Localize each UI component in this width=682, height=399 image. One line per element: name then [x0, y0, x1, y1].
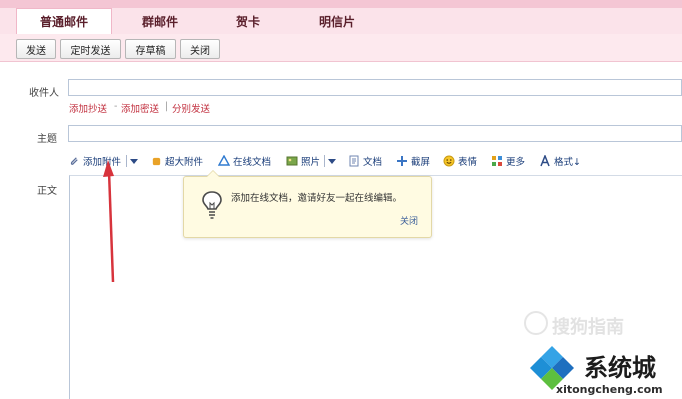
emoji-icon: [443, 155, 455, 167]
tab-normal-mail[interactable]: 普通邮件: [16, 8, 112, 34]
online-doc-tooltip: 添加在线文档，邀请好友一起在线编辑。 关闭: [183, 170, 432, 238]
tab-group-mail[interactable]: 群邮件: [112, 8, 208, 34]
add-cc-link[interactable]: 添加抄送: [69, 101, 107, 115]
scheduled-send-button[interactable]: 定时发送: [60, 39, 121, 59]
tool-divider: [324, 155, 325, 167]
logo-main-text: 系统城: [584, 354, 656, 382]
format-icon: [539, 155, 551, 167]
subject-input[interactable]: [68, 125, 682, 142]
recipient-label: 收件人: [29, 88, 59, 99]
logo-sub-text: xitongcheng.com: [556, 383, 663, 396]
more-label: 更多: [506, 157, 526, 168]
screenshot-icon: [396, 155, 408, 167]
emoji-label: 表情: [458, 157, 478, 168]
link-dash: -: [114, 101, 118, 112]
photo-tool[interactable]: 照片: [286, 153, 320, 169]
save-draft-button[interactable]: 存草稿: [125, 39, 176, 59]
tab-greeting-card[interactable]: 贺卡: [208, 8, 288, 34]
emoji-tool[interactable]: 表情: [443, 153, 477, 169]
tooltip-text: 添加在线文档，邀请好友一起在线编辑。: [231, 193, 403, 204]
tool-divider: [126, 155, 127, 167]
large-attachment-label: 超大附件: [165, 157, 204, 168]
attachment-dropdown-icon[interactable]: [129, 153, 139, 169]
screenshot-label: 截屏: [411, 157, 431, 168]
document-icon: [348, 155, 360, 167]
document-tool[interactable]: 文档: [348, 153, 382, 169]
online-doc-icon: [218, 155, 230, 167]
lightbulb-icon: [201, 190, 223, 223]
send-button[interactable]: 发送: [16, 39, 56, 59]
recipient-input[interactable]: [68, 79, 682, 96]
top-accent-bar: [0, 0, 682, 8]
action-toolbar: 发送 定时发送 存草稿 关闭: [0, 34, 682, 62]
format-tool[interactable]: 格式↓: [539, 153, 581, 169]
large-attachment-icon: [150, 155, 162, 167]
format-label: 格式↓: [554, 157, 581, 168]
more-icon: [491, 155, 503, 167]
subject-label: 主题: [37, 134, 57, 145]
more-tool[interactable]: 更多: [491, 153, 525, 169]
add-bcc-link[interactable]: 添加密送: [121, 101, 159, 115]
large-attachment-tool[interactable]: 超大附件: [150, 153, 203, 169]
paperclip-icon: [68, 155, 80, 167]
tooltip-close-link[interactable]: 关闭: [400, 214, 418, 227]
document-label: 文档: [363, 157, 383, 168]
online-doc-tool[interactable]: 在线文档: [218, 153, 271, 169]
photo-icon: [286, 155, 298, 167]
body-label: 正文: [37, 186, 57, 197]
photo-dropdown-icon[interactable]: [327, 153, 337, 169]
link-pipe: |: [165, 101, 169, 112]
tab-postcard[interactable]: 明信片: [288, 8, 386, 34]
watermark-logo-icon: [524, 311, 548, 335]
watermark-text: 搜狗指南: [552, 317, 624, 338]
close-button[interactable]: 关闭: [180, 39, 220, 59]
online-doc-label: 在线文档: [233, 157, 272, 168]
screenshot-tool[interactable]: 截屏: [396, 153, 430, 169]
photo-label: 照片: [301, 157, 321, 168]
red-arrow-annotation: [103, 160, 115, 283]
separate-send-link[interactable]: 分别发送: [172, 101, 210, 115]
tab-bar-filler: [386, 8, 682, 34]
